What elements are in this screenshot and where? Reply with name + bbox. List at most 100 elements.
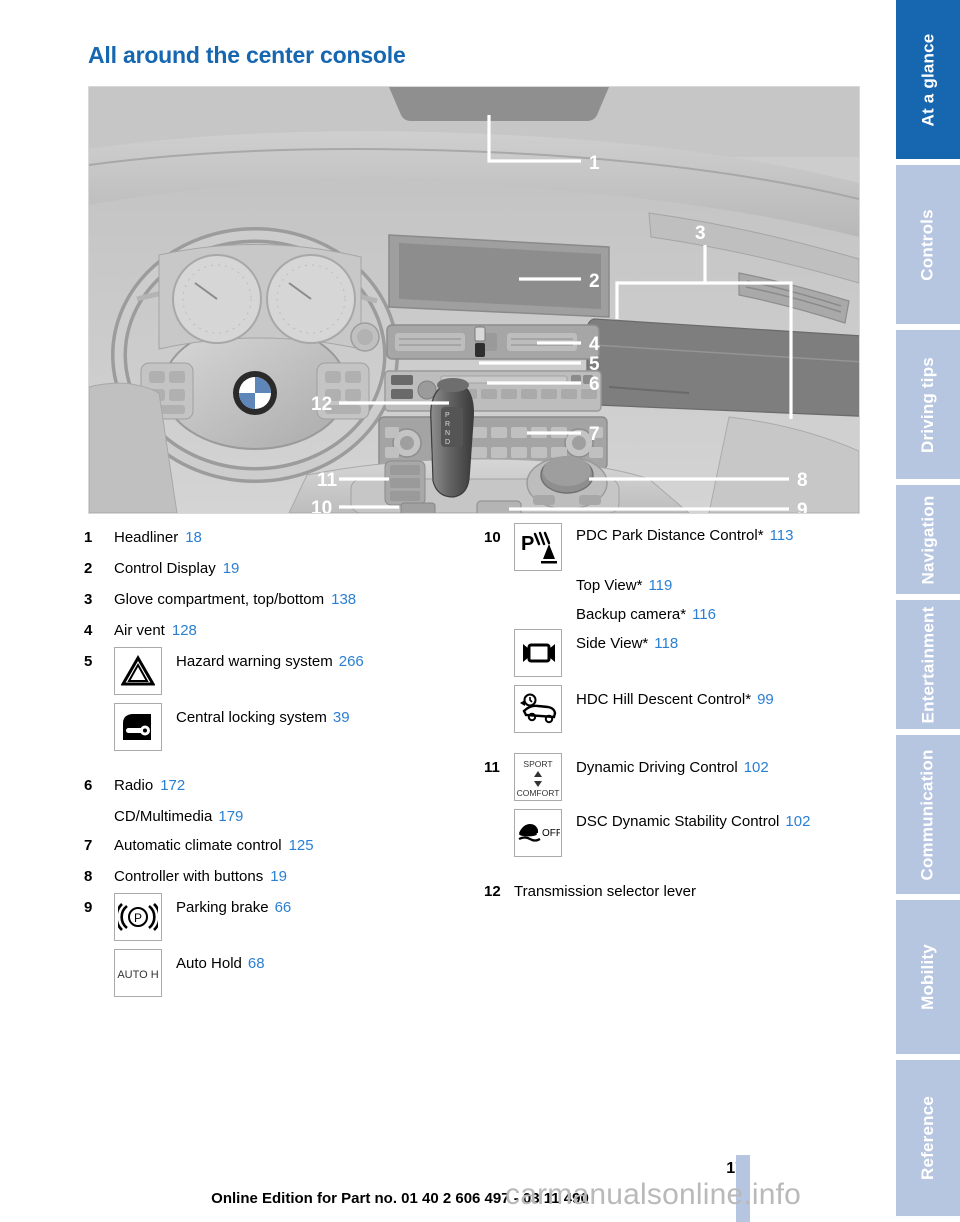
hill-descent-control-icon — [514, 685, 562, 733]
manual-page: All around the center console P R N D 1 … — [0, 0, 960, 1222]
legend-number: 6 — [84, 777, 93, 794]
hazard-warning-triangle-icon — [114, 647, 162, 695]
page-ref[interactable]: 18 — [185, 529, 202, 546]
legend-item-10: 10 P PDC Park Distance Control* 113 — [484, 523, 884, 571]
page-ref[interactable]: 68 — [248, 955, 265, 972]
legend-label: Air vent 128 — [114, 622, 197, 639]
section-tab-entertainment[interactable]: Entertainment — [896, 600, 960, 735]
footer-edition-note: Online Edition for Part no. 01 40 2 606 … — [211, 1190, 589, 1207]
legend-item-10-row-2: 10 Side View*118 — [484, 629, 884, 677]
section-tab-mobility[interactable]: Mobility — [896, 900, 960, 1060]
page-ref[interactable]: 66 — [275, 899, 292, 916]
legend-item-10-sub-2: Backup camera* 116 — [576, 606, 716, 623]
section-tab-navigation[interactable]: Navigation — [896, 485, 960, 600]
legend-number: 12 — [484, 883, 501, 900]
legend-item-11-row-2: 11 OFF DSC Dynamic Stability Control102 — [484, 809, 884, 857]
page-ref[interactable]: 266 — [339, 653, 364, 670]
page-ref[interactable]: 113 — [770, 527, 794, 544]
page-ref[interactable]: 172 — [160, 777, 185, 794]
camera-icon — [514, 629, 562, 677]
page-ref[interactable]: 128 — [172, 622, 197, 639]
auto-hold-icon: AUTO H — [114, 949, 162, 997]
legend-number: 8 — [84, 868, 93, 885]
svg-text:R: R — [445, 421, 450, 428]
legend-number-spacer: 9 — [84, 949, 114, 978]
legend-label: Automatic climate control 125 — [114, 837, 314, 854]
section-tab-label: Reference — [918, 1095, 938, 1181]
legend-number: 11 — [484, 759, 500, 776]
legend-item-5: 5 Hazard warning system 266 — [84, 647, 484, 695]
section-tab-at-a-glance[interactable]: At a glance — [896, 0, 960, 165]
section-tab-label: At a glance — [918, 33, 937, 126]
legend-number: 7 — [84, 837, 93, 854]
parking-brake-icon: P — [114, 893, 162, 941]
section-tab-label: Entertainment — [918, 606, 937, 723]
section-tab-label: Mobility — [918, 944, 938, 1010]
legend-label: Dynamic Driving Control 102 — [576, 759, 769, 776]
sport-comfort-icon: SPORT COMFORT — [514, 753, 562, 801]
page-ref[interactable]: 19 — [223, 560, 240, 577]
legend-label: Transmission selector lever — [514, 883, 696, 900]
page-ref[interactable]: 119 — [648, 577, 672, 594]
page-ref[interactable]: 99 — [757, 691, 774, 708]
page-ref[interactable]: 118 — [654, 635, 678, 652]
svg-text:10: 10 — [311, 498, 332, 513]
page-ref[interactable]: 102 — [785, 813, 810, 830]
legend-item-6: 6 Radio 172 — [84, 771, 484, 800]
svg-text:4: 4 — [589, 334, 600, 355]
legend-label: Glove compartment, top/bottom 138 — [114, 591, 357, 608]
svg-text:OFF: OFF — [542, 828, 560, 839]
svg-text:12: 12 — [311, 394, 332, 415]
page-ref[interactable]: 39 — [333, 709, 350, 726]
legend-label: Radio 172 — [114, 777, 186, 794]
svg-text:SPORT: SPORT — [523, 759, 552, 769]
legend-label: Auto Hold 68 — [176, 955, 265, 972]
svg-text:P: P — [445, 412, 450, 419]
legend-label: PDC Park Distance Control* 113 — [576, 527, 794, 544]
page-number: 17 — [0, 1160, 744, 1178]
legend-column-right: 10 P PDC Park Distance Control* 113 Top … — [484, 523, 884, 908]
svg-text:AUTO H: AUTO H — [117, 969, 158, 981]
page-ref[interactable]: 138 — [331, 591, 356, 608]
legend-item-8: 8 Controller with buttons 19 — [84, 862, 484, 891]
section-tab-communication[interactable]: Communication — [896, 735, 960, 900]
legend-number-spacer: 10 — [484, 629, 514, 658]
section-tab-driving-tips[interactable]: Driving tips — [896, 330, 960, 485]
svg-text:11: 11 — [317, 470, 338, 491]
legend-number-spacer: 11 — [484, 809, 514, 838]
legend-number: 4 — [84, 622, 93, 639]
legend-number: 5 — [84, 653, 93, 670]
page-title: All around the center console — [88, 42, 406, 68]
legend-column-left: 1 Headliner 18 2 Control Display 19 3 Glov… — [84, 523, 484, 997]
section-tab-label: Controls — [918, 208, 938, 281]
legend-number-spacer: 5 — [84, 703, 114, 732]
legend-item-9: 9 P Parking brake 66 — [84, 893, 484, 941]
page-ref[interactable]: 179 — [218, 808, 243, 825]
pdc-park-distance-control-icon: P — [514, 523, 562, 571]
legend-label: DSC Dynamic Stability Control 102 — [576, 813, 811, 830]
legend-item-7: 7 Automatic climate control 125 — [84, 831, 484, 860]
page-content: All around the center console P R N D 1 … — [0, 0, 896, 1222]
section-tab-controls[interactable]: Controls — [896, 165, 960, 330]
svg-text:3: 3 — [695, 223, 706, 244]
dsc-off-icon: OFF — [514, 809, 562, 857]
svg-text:7: 7 — [589, 424, 600, 445]
svg-text:P: P — [521, 533, 534, 555]
legend-item-5-row-2: 5 Central locking system39 — [84, 703, 484, 751]
section-tab-reference[interactable]: Reference — [896, 1060, 960, 1222]
page-ref[interactable]: 102 — [744, 759, 769, 776]
page-ref[interactable]: 116 — [692, 606, 716, 623]
svg-text:COMFORT: COMFORT — [517, 788, 560, 798]
svg-text:P: P — [134, 911, 142, 925]
page-ref[interactable]: 125 — [289, 837, 314, 854]
legend-item-6-sub: CD/Multimedia 179 — [114, 808, 244, 825]
legend-item-9-row-2: 9 AUTO H Auto Hold68 — [84, 949, 484, 997]
legend-number: 2 — [84, 560, 93, 577]
legend-label: Parking brake 66 — [176, 899, 292, 916]
section-tab-strip: At a glance Controls Driving tips Navigatio… — [896, 0, 960, 1222]
page-ref[interactable]: 19 — [270, 868, 287, 885]
svg-text:9: 9 — [797, 500, 808, 513]
legend-label: Central locking system 39 — [176, 709, 350, 726]
legend-item-10-sub-1: Top View* 119 — [576, 577, 673, 594]
legend-item-11: 11 SPORT COMFORT Dynamic Driving Control… — [484, 753, 884, 801]
